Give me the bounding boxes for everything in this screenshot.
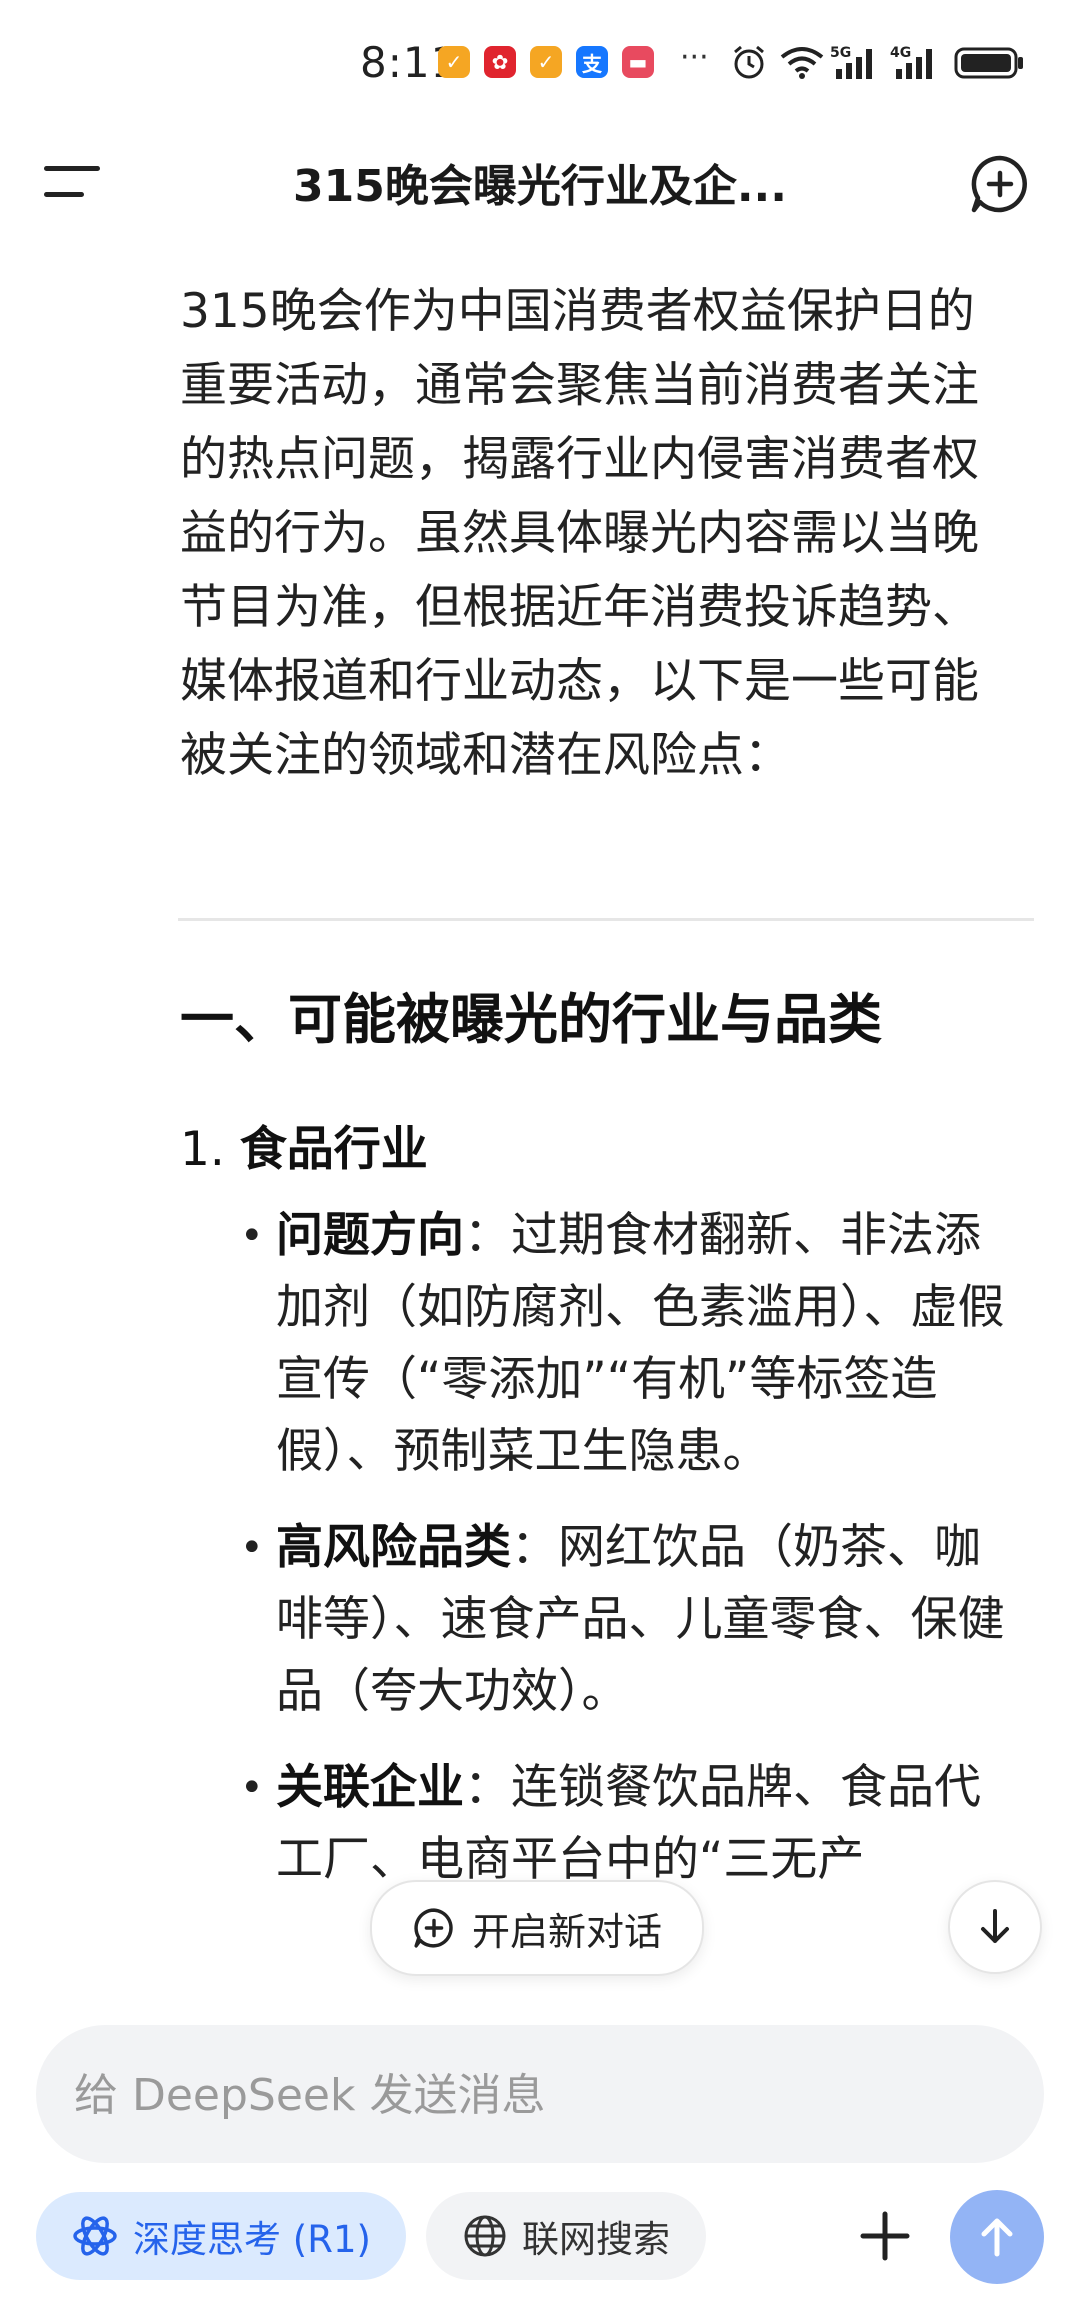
numbered-list-item: 1. 食品行业: [180, 1110, 428, 1179]
signal-4g-icon: 4G: [890, 42, 942, 82]
more-notifications-icon: ···: [680, 40, 709, 75]
divider: [178, 918, 1034, 921]
section-heading: 一、可能被曝光的行业与品类: [180, 988, 882, 1051]
plus-icon: [860, 2211, 910, 2261]
bullet-item: 问题方向：过期食材翻新、非法添加剂（如防腐剂、色素滥用）、虚假宣传（“零添加”“…: [240, 1200, 1020, 1488]
bullet-label: 问题方向: [276, 1208, 464, 1263]
message-input-box[interactable]: [36, 2025, 1044, 2163]
arrow-down-icon: [981, 1909, 1009, 1943]
assistant-message: 315晚会作为中国消费者权益保护日的重要活动，通常会聚焦当前消费者关注的热点问题…: [180, 275, 1020, 793]
deep-think-toggle[interactable]: 深度思考 (R1): [36, 2192, 406, 2280]
alarm-icon: [730, 42, 768, 82]
wallet-app-icon: ✓: [530, 46, 562, 78]
web-search-toggle[interactable]: 联网搜索: [426, 2192, 706, 2280]
bullet-list: 问题方向：过期食材翻新、非法添加剂（如防腐剂、色素滥用）、虚假宣传（“零添加”“…: [240, 1200, 1020, 1920]
bullet-item: 关联企业：连锁餐饮品牌、食品代工厂、电商平台中的“三无产: [240, 1752, 1020, 1896]
wallet-app-icon: ✓: [438, 46, 470, 78]
conversation-title: 315晚会曝光行业及企...: [293, 161, 787, 212]
atom-icon: [73, 2216, 117, 2256]
deep-think-label: 深度思考 (R1): [133, 2218, 371, 2261]
battery-icon: [954, 42, 1026, 82]
list-number: 1.: [180, 1122, 225, 1177]
new-chat-button[interactable]: 开启新对话: [370, 1880, 704, 1976]
list-item-title: 食品行业: [239, 1122, 428, 1177]
red-app-icon: ✿: [484, 46, 516, 78]
new-chat-icon: [414, 1908, 453, 1948]
huawei-app-icon: ▬: [622, 46, 654, 78]
add-attachment-button[interactable]: [845, 2196, 925, 2276]
intro-paragraph: 315晚会作为中国消费者权益保护日的重要活动，通常会聚焦当前消费者关注的热点问题…: [180, 284, 979, 783]
bullet-label: 关联企业: [276, 1760, 464, 1815]
new-chat-label: 开启新对话: [471, 1909, 662, 1954]
alipay-icon: 支: [576, 46, 608, 78]
scroll-to-bottom-button[interactable]: [948, 1880, 1042, 1974]
message-input[interactable]: [72, 2059, 976, 2131]
app-header: 315晚会曝光行业及企...: [0, 130, 1080, 240]
arrow-up-icon: [981, 2218, 1013, 2257]
new-chat-icon[interactable]: [968, 152, 1032, 216]
svg-text:5G: 5G: [830, 45, 851, 61]
bullet-label: 高风险品类: [276, 1520, 511, 1575]
bullet-item: 高风险品类：网红饮品（奶茶、咖啡等）、速食产品、儿童零食、保健品（夸大功效）。: [240, 1512, 1020, 1728]
globe-icon: [464, 2215, 506, 2257]
web-search-label: 联网搜索: [522, 2218, 670, 2261]
wifi-icon: [778, 42, 826, 82]
send-button[interactable]: [950, 2190, 1044, 2284]
status-bar: 8:11 ✓ ✿ ✓ 支 ▬ ··· 5G 4G: [0, 0, 1080, 120]
svg-text:4G: 4G: [890, 45, 911, 61]
signal-5g-icon: 5G: [830, 42, 882, 82]
